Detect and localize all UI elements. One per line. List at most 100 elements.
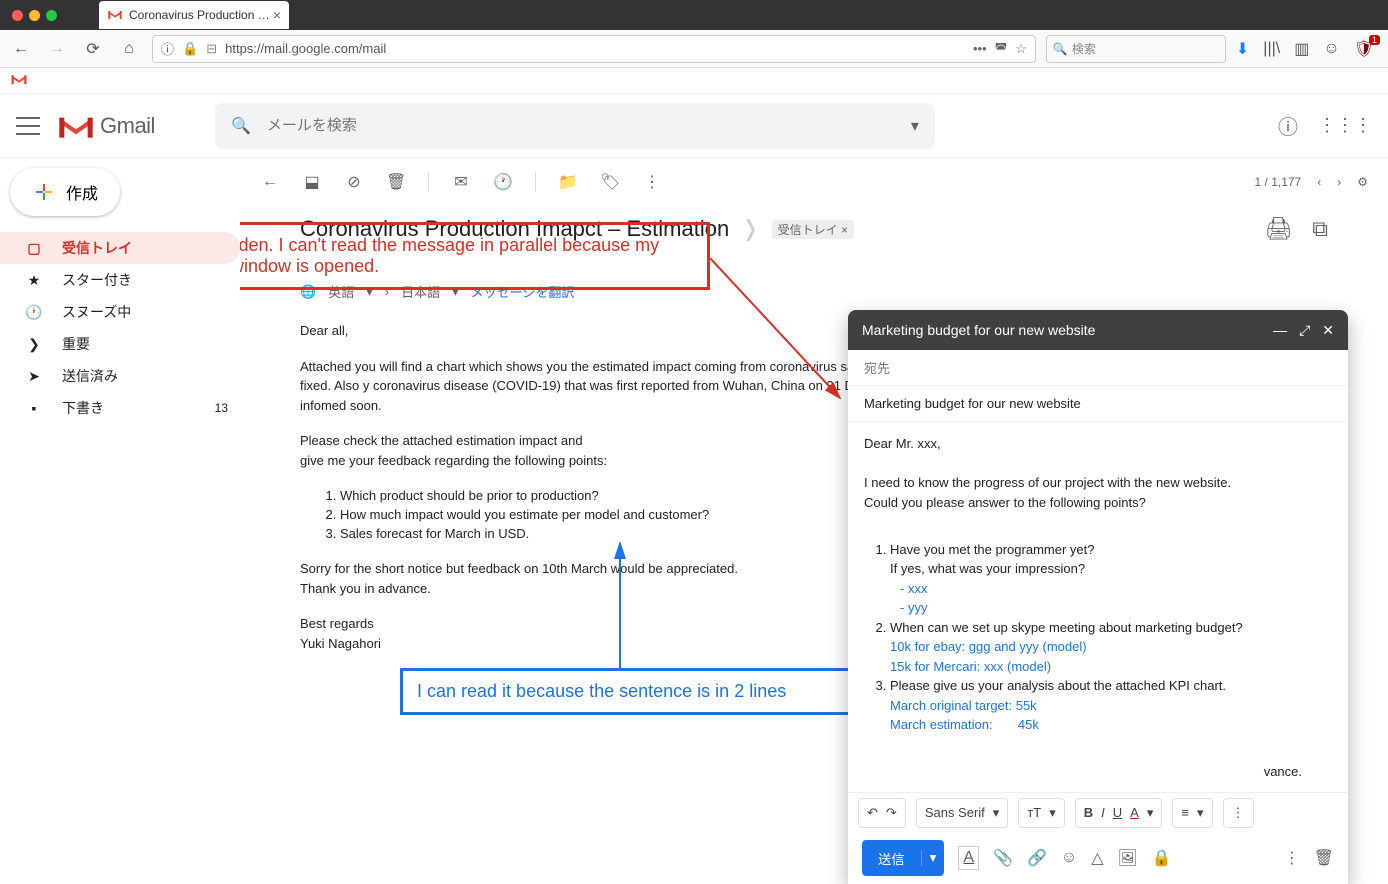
prev-icon[interactable]: ‹ (1317, 175, 1321, 189)
undo-icon[interactable]: ↶ (867, 805, 878, 821)
gmail-header: Gmail 🔍 ▾ ⓘ ⋮⋮⋮ (0, 94, 1388, 158)
spam-icon[interactable]: ⊘ (344, 172, 364, 192)
sidebar-item-starred[interactable]: ★スター付き (0, 264, 240, 296)
page-count: 1 / 1,177 (1255, 175, 1302, 189)
snooze-icon[interactable]: 🕐 (493, 172, 513, 192)
redo-icon[interactable]: ↷ (886, 805, 897, 821)
underline-icon[interactable]: U (1113, 805, 1122, 820)
more-icon[interactable]: ⋮ (642, 172, 662, 192)
settings-icon[interactable]: ⚙ (1357, 175, 1368, 189)
send-row: 送信 ▾ A 📎 🔗 ☺ △ 🖼 🔒 ⋮ 🗑 (848, 832, 1348, 884)
sidebar-item-inbox[interactable]: ▢受信トレイ (0, 232, 240, 264)
gmail-bookmark-icon[interactable] (10, 72, 28, 86)
url-field[interactable]: ⓘ 🔒 ⊟ https://mail.google.com/mail ••• ◚… (152, 35, 1036, 63)
subject-field[interactable]: Marketing budget for our new website (848, 386, 1348, 422)
ublock-icon[interactable]: 🛡1 (1354, 39, 1374, 59)
reader-icon[interactable]: ▥ (1294, 39, 1309, 59)
sidebar-item-important[interactable]: ❯重要 (0, 328, 240, 360)
gmail-favicon (107, 7, 123, 23)
draft-icon: ▪ (24, 400, 44, 416)
label-chip[interactable]: 受信トレイ × (772, 220, 854, 239)
annotation-red: It's hidden. I can't read the message in… (240, 222, 710, 290)
image-icon[interactable]: 🖼 (1118, 848, 1138, 868)
format-toolbar: ↶ ↷ Sans Serif▾ тT▾ B I U A▾ ≡▾ (848, 792, 1348, 832)
minimize-icon[interactable]: — (1273, 322, 1287, 339)
italic-icon[interactable]: I (1101, 805, 1105, 820)
menu-button[interactable] (16, 114, 40, 138)
search-icon: 🔍 (231, 116, 251, 136)
important-marker-icon[interactable]: ❭ (741, 216, 759, 242)
account-icon[interactable]: ☺ (1323, 40, 1339, 58)
sidebar: 作成 ▢受信トレイ ★スター付き 🕐スヌーズ中 ❯重要 ➤送信済み ▪下書き13 (0, 158, 240, 884)
search-input[interactable] (267, 117, 911, 134)
sidebar-item-drafts[interactable]: ▪下書き13 (0, 392, 240, 424)
help-icon[interactable]: ⓘ (1278, 111, 1298, 140)
back-icon[interactable]: ← (260, 173, 280, 191)
back-button[interactable]: ← (8, 36, 34, 62)
url-bar-row: ← → ⟳ ⌂ ⓘ 🔒 ⊟ https://mail.google.com/ma… (0, 30, 1388, 68)
textcolor-icon[interactable]: A (1130, 805, 1139, 820)
emoji-icon[interactable]: ☺ (1061, 849, 1077, 867)
to-field[interactable]: 宛先 (848, 350, 1348, 386)
format-more-icon[interactable]: ⋮ (1232, 805, 1245, 821)
tab-bar: Coronavirus Production Im… × (0, 0, 1388, 30)
confidential-icon[interactable]: 🔒 (1152, 848, 1172, 868)
star-icon: ★ (24, 272, 44, 289)
moveto-icon[interactable]: 📁 (558, 172, 578, 192)
inbox-icon: ▢ (24, 240, 44, 257)
next-icon[interactable]: › (1337, 175, 1341, 189)
apps-icon[interactable]: ⋮⋮⋮ (1318, 115, 1372, 136)
download-icon[interactable]: ⬇ (1236, 39, 1249, 59)
archive-icon[interactable]: ⬓ (302, 172, 322, 192)
gmail-search-box[interactable]: 🔍 ▾ (215, 103, 935, 149)
unread-icon[interactable]: ✉ (451, 172, 471, 192)
email-toolbar: ← ⬓ ⊘ 🗑 ✉ 🕐 📁 🏷 ⋮ 1 / 1,177 ‹ › ⚙ (240, 158, 1388, 206)
compose-popup: Marketing budget for our new website — ⤢… (848, 310, 1348, 884)
library-icon[interactable]: |||\ (1263, 40, 1280, 58)
browser-tab[interactable]: Coronavirus Production Im… × (99, 1, 289, 29)
align-icon[interactable]: ≡ (1181, 805, 1189, 820)
print-icon[interactable]: 🖨 (1264, 216, 1292, 242)
forward-button: → (44, 36, 70, 62)
send-more-icon[interactable]: ▾ (921, 850, 945, 866)
sidebar-item-snoozed[interactable]: 🕐スヌーズ中 (0, 296, 240, 328)
formatting-icon[interactable]: A (958, 846, 979, 870)
clock-icon: 🕐 (24, 304, 44, 321)
link-icon[interactable]: 🔗 (1027, 848, 1047, 868)
arrow-blue (610, 538, 630, 678)
home-button[interactable]: ⌂ (116, 36, 142, 62)
label-icon[interactable]: 🏷 (600, 172, 620, 192)
search-dropdown-icon[interactable]: ▾ (911, 116, 919, 136)
discard-icon[interactable]: 🗑 (1314, 848, 1334, 868)
sent-icon: ➤ (24, 368, 44, 385)
drive-icon[interactable]: △ (1091, 848, 1103, 868)
pocket-icon[interactable]: ◚ (995, 41, 1008, 57)
tab-close-icon[interactable]: × (273, 7, 281, 23)
fullscreen-icon[interactable]: ⤢ (1299, 322, 1310, 339)
annotation-blue: I can read it because the sentence is in… (400, 668, 910, 715)
bookmark-icon[interactable]: ☆ (1015, 41, 1027, 57)
arrow-red (710, 258, 860, 418)
window-controls[interactable] (0, 10, 69, 21)
important-icon: ❯ (24, 336, 44, 353)
browser-chrome: Coronavirus Production Im… × ← → ⟳ ⌂ ⓘ 🔒… (0, 0, 1388, 68)
meatball-icon[interactable]: ••• (973, 41, 987, 56)
attach-icon[interactable]: 📎 (993, 848, 1013, 868)
sidebar-item-sent[interactable]: ➤送信済み (0, 360, 240, 392)
compose-body[interactable]: Dear Mr. xxx, I need to know the progres… (848, 422, 1348, 792)
font-select[interactable]: Sans Serif (925, 805, 985, 820)
popout-icon[interactable]: ⧉ (1312, 216, 1328, 242)
more-options-icon[interactable]: ⋮ (1284, 848, 1300, 868)
send-button[interactable]: 送信 ▾ (862, 840, 944, 876)
reload-button[interactable]: ⟳ (80, 36, 106, 62)
gmail-logo[interactable]: Gmail (56, 111, 155, 141)
content-area: ← ⬓ ⊘ 🗑 ✉ 🕐 📁 🏷 ⋮ 1 / 1,177 ‹ › ⚙ Corona… (240, 158, 1388, 884)
tab-title: Coronavirus Production Im… (129, 8, 273, 22)
browser-search-field[interactable]: 🔍 検索 (1046, 35, 1226, 63)
compose-header[interactable]: Marketing budget for our new website — ⤢… (848, 310, 1348, 350)
close-icon[interactable]: ✕ (1322, 322, 1334, 339)
bold-icon[interactable]: B (1084, 805, 1093, 820)
fontsize-icon[interactable]: тT (1027, 805, 1041, 820)
compose-button[interactable]: 作成 (10, 168, 120, 216)
delete-icon[interactable]: 🗑 (386, 172, 406, 192)
